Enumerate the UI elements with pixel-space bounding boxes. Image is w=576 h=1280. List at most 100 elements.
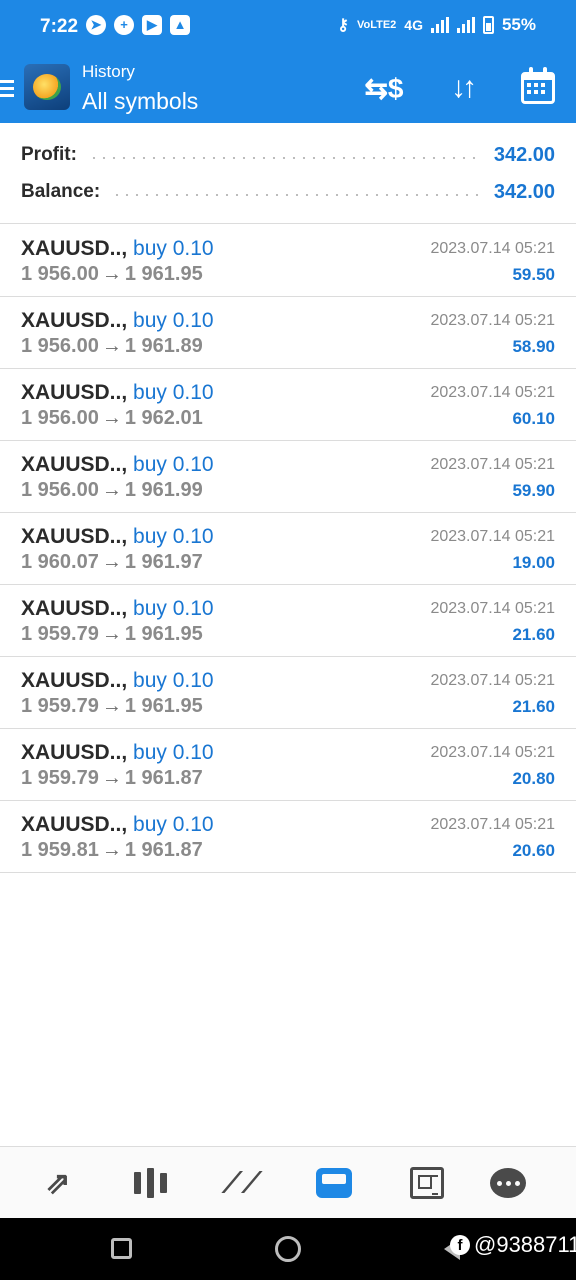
deal-row[interactable]: XAUUSD.., buy 0.10 1 956.00 → 1 961.99 2023.…: [0, 441, 576, 513]
deal-time: 2023.07.14 05:21: [430, 240, 555, 257]
page-title[interactable]: All symbols: [82, 88, 198, 115]
deal-profit: 20.60: [512, 841, 555, 860]
deal-side: buy 0.10: [133, 525, 214, 548]
app-bar: History All symbols ⇆$ ↓↑: [0, 52, 576, 123]
deal-prices: 1 959.79 → 1 961.87: [21, 767, 203, 790]
status-bar: 7:22 ➤ + ▶ ▲ ⚷ VoLTE2 4G 55%: [0, 0, 576, 52]
deal-time: 2023.07.14 05:21: [430, 384, 555, 401]
battery-icon: [482, 16, 494, 34]
deal-profit: 59.50: [512, 265, 555, 284]
balance-row: Balance: 342.00: [21, 177, 555, 207]
metatrader-logo-icon: [24, 64, 70, 110]
dotted-leader: [112, 194, 482, 196]
deal-time: 2023.07.14 05:21: [430, 528, 555, 545]
deal-profit: 20.80: [512, 769, 555, 788]
chat-icon[interactable]: [486, 1161, 530, 1205]
arrow-right-icon: →: [101, 623, 122, 645]
menu-icon[interactable]: [0, 80, 14, 98]
dotted-leader: [88, 157, 482, 159]
recent-apps-button[interactable]: [111, 1238, 132, 1259]
symbol-name: XAUUSD..,: [21, 453, 128, 476]
arrow-right-icon: →: [101, 407, 122, 429]
bottom-nav: ⇗ ⟋⟋: [0, 1146, 576, 1218]
deal-prices: 1 960.07 → 1 961.97: [21, 551, 203, 574]
deals-list: XAUUSD.., buy 0.10 1 956.00 → 1 961.95 2023.…: [0, 225, 576, 873]
deal-profit: 60.10: [512, 409, 555, 428]
notification-icons: ➤ + ▶ ▲: [86, 15, 190, 35]
home-button[interactable]: [275, 1236, 301, 1262]
open-price: 1 959.79: [21, 623, 99, 645]
key-icon: ⚷: [337, 17, 349, 34]
summary-panel: Profit: 342.00 Balance: 342.00: [0, 123, 576, 224]
quotes-icon[interactable]: ⇗: [36, 1161, 80, 1205]
deal-symbol: XAUUSD.., buy 0.10: [21, 309, 214, 333]
deal-time: 2023.07.14 05:21: [430, 456, 555, 473]
deal-row[interactable]: XAUUSD.., buy 0.10 1 960.07 → 1 961.97 2023.…: [0, 513, 576, 585]
history-icon[interactable]: [312, 1161, 356, 1205]
sort-icon[interactable]: ↓↑: [440, 66, 484, 110]
deal-profit: 21.60: [512, 697, 555, 716]
currency-exchange-icon[interactable]: ⇆$: [362, 66, 406, 110]
profit-value: 342.00: [493, 143, 555, 166]
chart-icon[interactable]: [128, 1161, 172, 1205]
system-nav-bar: f @9388711: [0, 1218, 576, 1280]
deal-row[interactable]: XAUUSD.., buy 0.10 1 956.00 → 1 962.01 2023.…: [0, 369, 576, 441]
calendar-icon[interactable]: [516, 66, 560, 110]
deal-profit: 58.90: [512, 337, 555, 356]
deal-side: buy 0.10: [133, 597, 214, 620]
arrow-right-icon: →: [101, 767, 122, 789]
open-price: 1 956.00: [21, 335, 99, 357]
open-price: 1 959.81: [21, 839, 99, 861]
open-price: 1 959.79: [21, 767, 99, 789]
deal-row[interactable]: XAUUSD.., buy 0.10 1 959.79 → 1 961.95 2023.…: [0, 657, 576, 729]
deal-time: 2023.07.14 05:21: [430, 816, 555, 833]
network-label: 4G: [404, 17, 423, 33]
deal-prices: 1 959.79 → 1 961.95: [21, 695, 203, 718]
deal-row[interactable]: XAUUSD.., buy 0.10 1 956.00 → 1 961.89 2023.…: [0, 297, 576, 369]
deal-side: buy 0.10: [133, 237, 214, 260]
deal-profit: 21.60: [512, 625, 555, 644]
shield-plus-icon: +: [114, 15, 134, 35]
page-subtitle: History: [82, 62, 135, 81]
close-price: 1 961.87: [124, 767, 203, 789]
signal-icon: [430, 17, 449, 33]
deal-row[interactable]: XAUUSD.., buy 0.10 1 959.79 → 1 961.87 2023.…: [0, 729, 576, 801]
open-price: 1 956.00: [21, 407, 99, 429]
watermark: f @9388711: [450, 1232, 576, 1258]
close-price: 1 961.97: [124, 551, 203, 573]
arrow-right-icon: →: [101, 479, 122, 501]
facebook-icon: f: [450, 1235, 470, 1255]
status-time: 7:22: [40, 16, 79, 37]
signal-icon-2: [456, 17, 475, 33]
deal-profit: 19.00: [512, 553, 555, 572]
deal-time: 2023.07.14 05:21: [430, 672, 555, 689]
deal-time: 2023.07.14 05:21: [430, 600, 555, 617]
deal-side: buy 0.10: [133, 813, 214, 836]
profit-row: Profit: 342.00: [21, 140, 555, 170]
telegram-icon: ➤: [86, 15, 106, 35]
deal-side: buy 0.10: [133, 381, 214, 404]
news-icon[interactable]: [405, 1161, 449, 1205]
deal-symbol: XAUUSD.., buy 0.10: [21, 381, 214, 405]
deal-row[interactable]: XAUUSD.., buy 0.10 1 956.00 → 1 961.95 2023.…: [0, 225, 576, 297]
balance-value: 342.00: [493, 180, 555, 203]
deal-side: buy 0.10: [133, 453, 214, 476]
deal-side: buy 0.10: [133, 309, 214, 332]
open-price: 1 960.07: [21, 551, 99, 573]
arrow-right-icon: →: [101, 695, 122, 717]
symbol-name: XAUUSD..,: [21, 309, 128, 332]
image-icon: ▲: [170, 15, 190, 35]
deal-row[interactable]: XAUUSD.., buy 0.10 1 959.79 → 1 961.95 2023.…: [0, 585, 576, 657]
trade-icon[interactable]: ⟋⟋: [220, 1161, 264, 1205]
close-price: 1 961.95: [124, 263, 203, 285]
deal-prices: 1 956.00 → 1 962.01: [21, 407, 203, 430]
deal-row[interactable]: XAUUSD.., buy 0.10 1 959.81 → 1 961.87 2023.…: [0, 801, 576, 873]
deal-prices: 1 956.00 → 1 961.95: [21, 263, 203, 286]
arrow-right-icon: →: [101, 263, 122, 285]
deal-time: 2023.07.14 05:21: [430, 744, 555, 761]
open-price: 1 956.00: [21, 479, 99, 501]
close-price: 1 962.01: [124, 407, 203, 429]
arrow-right-icon: →: [101, 335, 122, 357]
volte-icon: VoLTE2: [356, 18, 397, 31]
deal-prices: 1 956.00 → 1 961.99: [21, 479, 203, 502]
